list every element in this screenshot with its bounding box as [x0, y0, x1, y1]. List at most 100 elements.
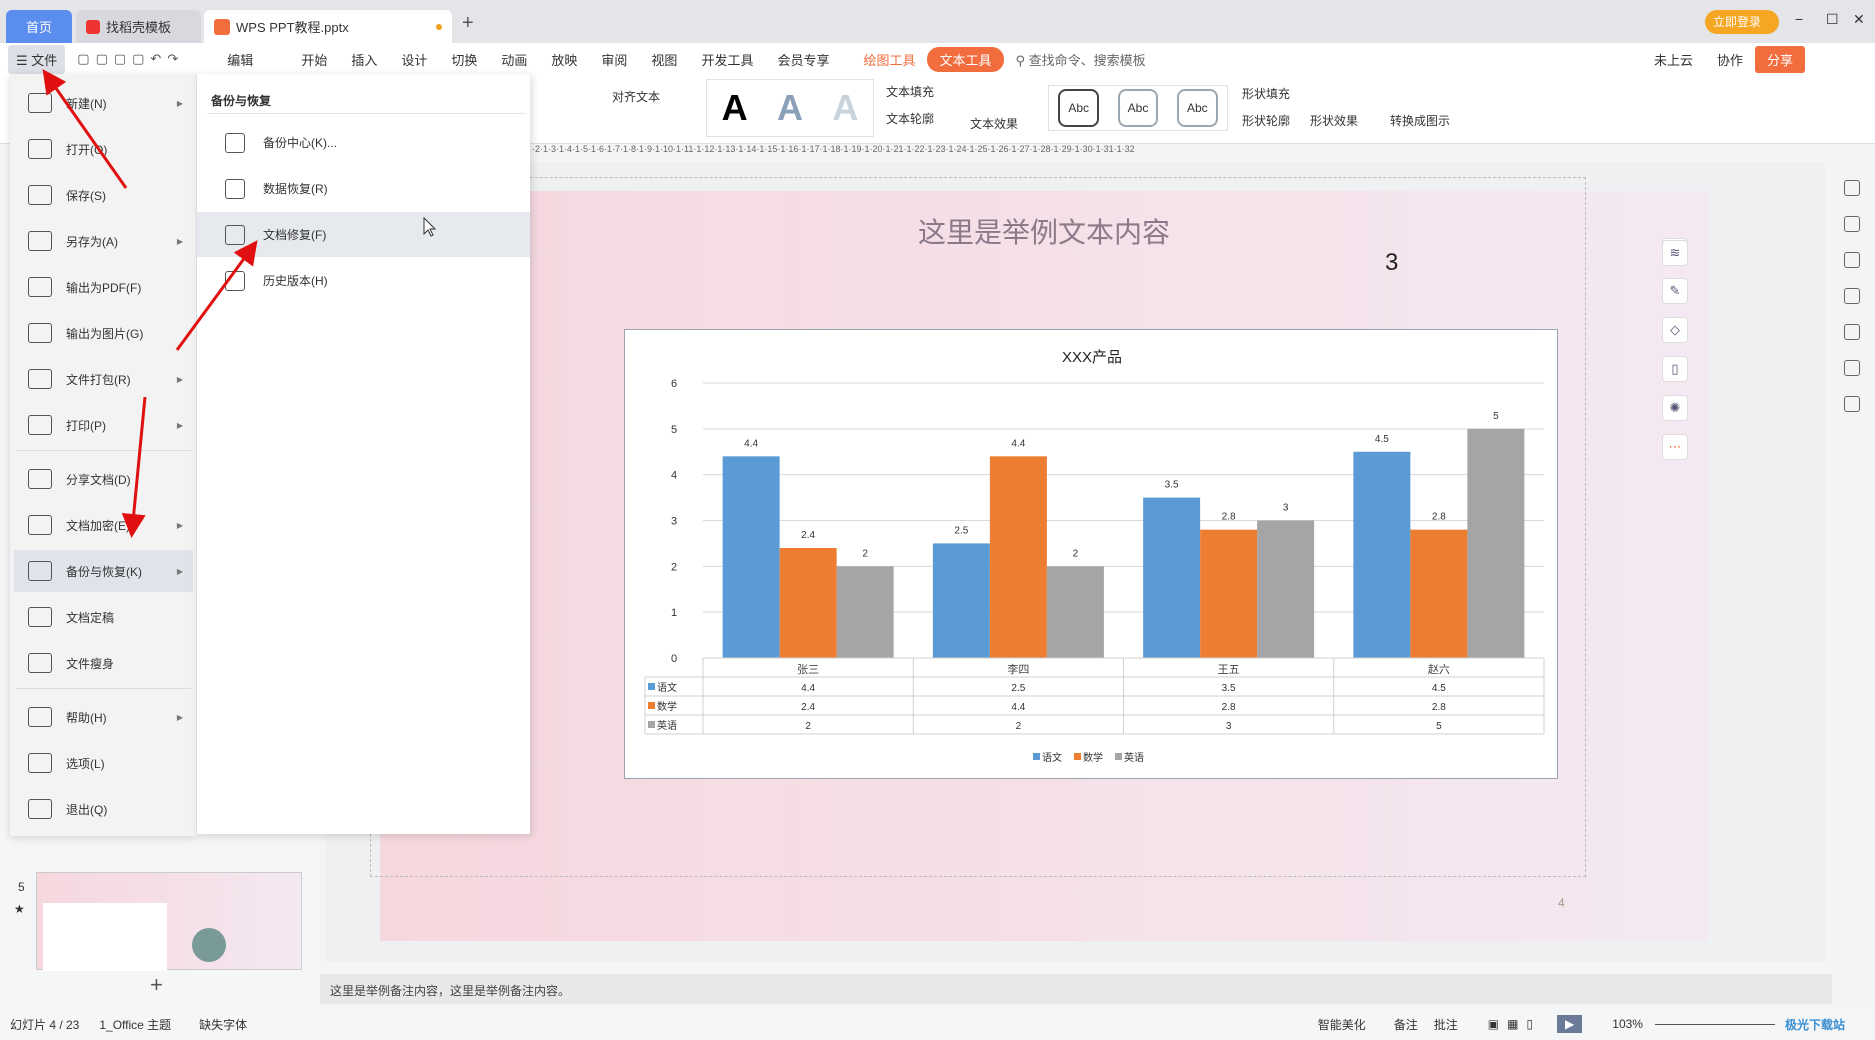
- file-menu-item[interactable]: 打开(O): [14, 128, 193, 170]
- text-effect-button[interactable]: 文本效果: [970, 115, 1018, 132]
- file-menu-item[interactable]: 分享文档(D): [14, 458, 193, 500]
- submenu-item[interactable]: 文档修复(F): [197, 212, 530, 257]
- minimize-button[interactable]: −: [1795, 11, 1803, 27]
- tab-template[interactable]: 找稻壳模板: [76, 10, 201, 43]
- text-style-black[interactable]: A: [722, 87, 748, 129]
- lightbulb-icon[interactable]: ✺: [1662, 395, 1688, 421]
- text-fill-button[interactable]: 文本填充: [886, 83, 934, 100]
- cloud-status[interactable]: 未上云: [1642, 50, 1705, 69]
- file-menu-item[interactable]: 文档定稿: [14, 596, 193, 638]
- menu-item-label: 分享文档(D): [66, 472, 131, 487]
- submenu-item[interactable]: 数据恢复(R): [197, 166, 530, 211]
- add-slide-button[interactable]: +: [150, 972, 163, 998]
- collab-button[interactable]: 协作: [1705, 50, 1755, 69]
- sidebar-settings-icon[interactable]: [1844, 216, 1860, 232]
- file-menu-item[interactable]: 新建(N) ▶: [14, 82, 193, 124]
- submenu-item-label: 历史版本(H): [263, 274, 328, 288]
- sidebar-copy-icon[interactable]: [1844, 288, 1860, 304]
- sidebar-star-icon[interactable]: [1844, 252, 1860, 268]
- convert-diagram-button[interactable]: 转换成图示: [1390, 112, 1450, 129]
- eraser-icon[interactable]: ◇: [1662, 317, 1688, 343]
- shape-style-2[interactable]: Abc: [1117, 89, 1159, 127]
- align-text-button[interactable]: 对齐文本: [612, 88, 660, 105]
- pen-icon[interactable]: ✎: [1662, 278, 1688, 304]
- share-button[interactable]: 分享: [1754, 45, 1805, 73]
- text-outline-button[interactable]: 文本轮廓: [886, 110, 934, 127]
- file-menu-item[interactable]: 退出(Q): [14, 788, 193, 830]
- tab-document[interactable]: WPS PPT教程.pptx: [204, 10, 452, 43]
- menu-view[interactable]: 视图: [639, 50, 689, 69]
- layers-icon[interactable]: ≋: [1662, 240, 1688, 266]
- zoom-level[interactable]: 103%: [1612, 1017, 1643, 1031]
- file-menu-item[interactable]: 另存为(A) ▶: [14, 220, 193, 262]
- file-menu-item[interactable]: 选项(L): [14, 742, 193, 784]
- menu-drawing-tools[interactable]: 绘图工具: [851, 50, 927, 69]
- text-style-blue[interactable]: A: [777, 87, 803, 129]
- data-label: 2.8: [1432, 512, 1446, 523]
- submenu-arrow-icon: ▶: [176, 236, 183, 246]
- view-mode-icons[interactable]: ▣▦▯: [1488, 1017, 1541, 1031]
- missing-font-button[interactable]: 缺失字体: [199, 1016, 247, 1033]
- submenu-item[interactable]: 备份中心(K)...: [197, 120, 530, 165]
- tab-home[interactable]: 首页: [6, 10, 72, 43]
- menu-item-icon: [28, 799, 52, 819]
- menu-item-label: 选项(L): [66, 756, 105, 771]
- text-style-gallery[interactable]: A A A: [706, 79, 874, 137]
- file-menu-item[interactable]: 文件瘦身: [14, 642, 193, 684]
- menu-start[interactable]: 开始: [289, 50, 339, 69]
- menu-insert[interactable]: 插入: [339, 50, 389, 69]
- bar-chart[interactable]: XXX产品 0 1 2 3 4 5 6 4.4 2.4 2 张三 2.5 4.4 2 李四 3.5 2.8 3 王五 4…: [624, 329, 1558, 779]
- shape-style-3[interactable]: Abc: [1176, 89, 1218, 127]
- file-menu-item[interactable]: 保存(S): [14, 174, 193, 216]
- play-button[interactable]: ▶: [1557, 1015, 1583, 1033]
- menu-item-label: 打开(O): [66, 142, 108, 157]
- menu-slideshow[interactable]: 放映: [539, 50, 589, 69]
- file-menu-item[interactable]: 文件打包(R) ▶: [14, 358, 193, 400]
- file-menu-item[interactable]: 输出为PDF(F): [14, 266, 193, 308]
- shape-style-1[interactable]: Abc: [1058, 89, 1099, 127]
- sidebar-location-icon[interactable]: [1844, 360, 1860, 376]
- menu-item-label: 保存(S): [66, 188, 106, 203]
- maximize-button[interactable]: ☐: [1826, 11, 1839, 28]
- sidebar-tool-icon[interactable]: [1844, 180, 1860, 196]
- shape-outline-button[interactable]: 形状轮廓: [1242, 112, 1290, 129]
- menu-review[interactable]: 审阅: [589, 50, 639, 69]
- data-label: 4.4: [1011, 438, 1025, 449]
- comment-button[interactable]: 批注: [1434, 1016, 1458, 1033]
- file-menu-button[interactable]: ☰ 文件: [8, 44, 66, 74]
- slide-thumbnail-5[interactable]: [36, 872, 302, 971]
- new-tab-button[interactable]: +: [462, 12, 474, 35]
- frame-icon[interactable]: ▯: [1662, 356, 1688, 382]
- menu-transition[interactable]: 切换: [439, 50, 489, 69]
- menu-animation[interactable]: 动画: [489, 50, 539, 69]
- file-menu-item[interactable]: 打印(P) ▶: [14, 404, 193, 446]
- file-menu-item[interactable]: 文档加密(E) ▶: [14, 504, 193, 546]
- shape-style-gallery[interactable]: Abc Abc Abc: [1048, 85, 1228, 131]
- sidebar-image-icon[interactable]: [1844, 324, 1860, 340]
- text-style-outline[interactable]: A: [832, 87, 858, 129]
- menu-member[interactable]: 会员专享: [765, 50, 841, 69]
- shape-effect-button[interactable]: 形状效果: [1310, 112, 1358, 129]
- quick-access-icons[interactable]: ▢▢▢▢↶↷: [65, 51, 215, 67]
- close-button[interactable]: ✕: [1853, 11, 1865, 28]
- zoom-slider[interactable]: [1654, 1023, 1775, 1025]
- theme-name[interactable]: 1_Office 主题: [99, 1016, 171, 1033]
- beautify-button[interactable]: 智能美化: [1318, 1016, 1366, 1033]
- menu-design[interactable]: 设计: [389, 50, 439, 69]
- file-menu-item[interactable]: 输出为图片(G): [14, 312, 193, 354]
- login-button[interactable]: 立即登录: [1705, 10, 1779, 34]
- file-menu-item[interactable]: 备份与恢复(K) ▶: [14, 550, 193, 592]
- menu-item-icon: [28, 561, 52, 581]
- submenu-item[interactable]: 历史版本(H): [197, 258, 530, 303]
- command-search[interactable]: ⚲ 查找命令、搜索模板: [1004, 50, 1158, 69]
- more-icon[interactable]: ⋯: [1662, 434, 1688, 460]
- file-menu-item[interactable]: 帮助(H) ▶: [14, 696, 193, 738]
- sidebar-book-icon[interactable]: [1844, 396, 1860, 412]
- notes-button[interactable]: 备注: [1394, 1016, 1418, 1033]
- edit-menu[interactable]: 编辑: [215, 50, 265, 69]
- menu-text-tools[interactable]: 文本工具: [927, 46, 1004, 72]
- menu-developer[interactable]: 开发工具: [689, 50, 765, 69]
- slide-counter: 幻灯片 4 / 23: [10, 1017, 80, 1032]
- shape-fill-button[interactable]: 形状填充: [1242, 85, 1290, 102]
- notes-pane[interactable]: 这里是举例备注内容，这里是举例备注内容。: [320, 974, 1832, 1004]
